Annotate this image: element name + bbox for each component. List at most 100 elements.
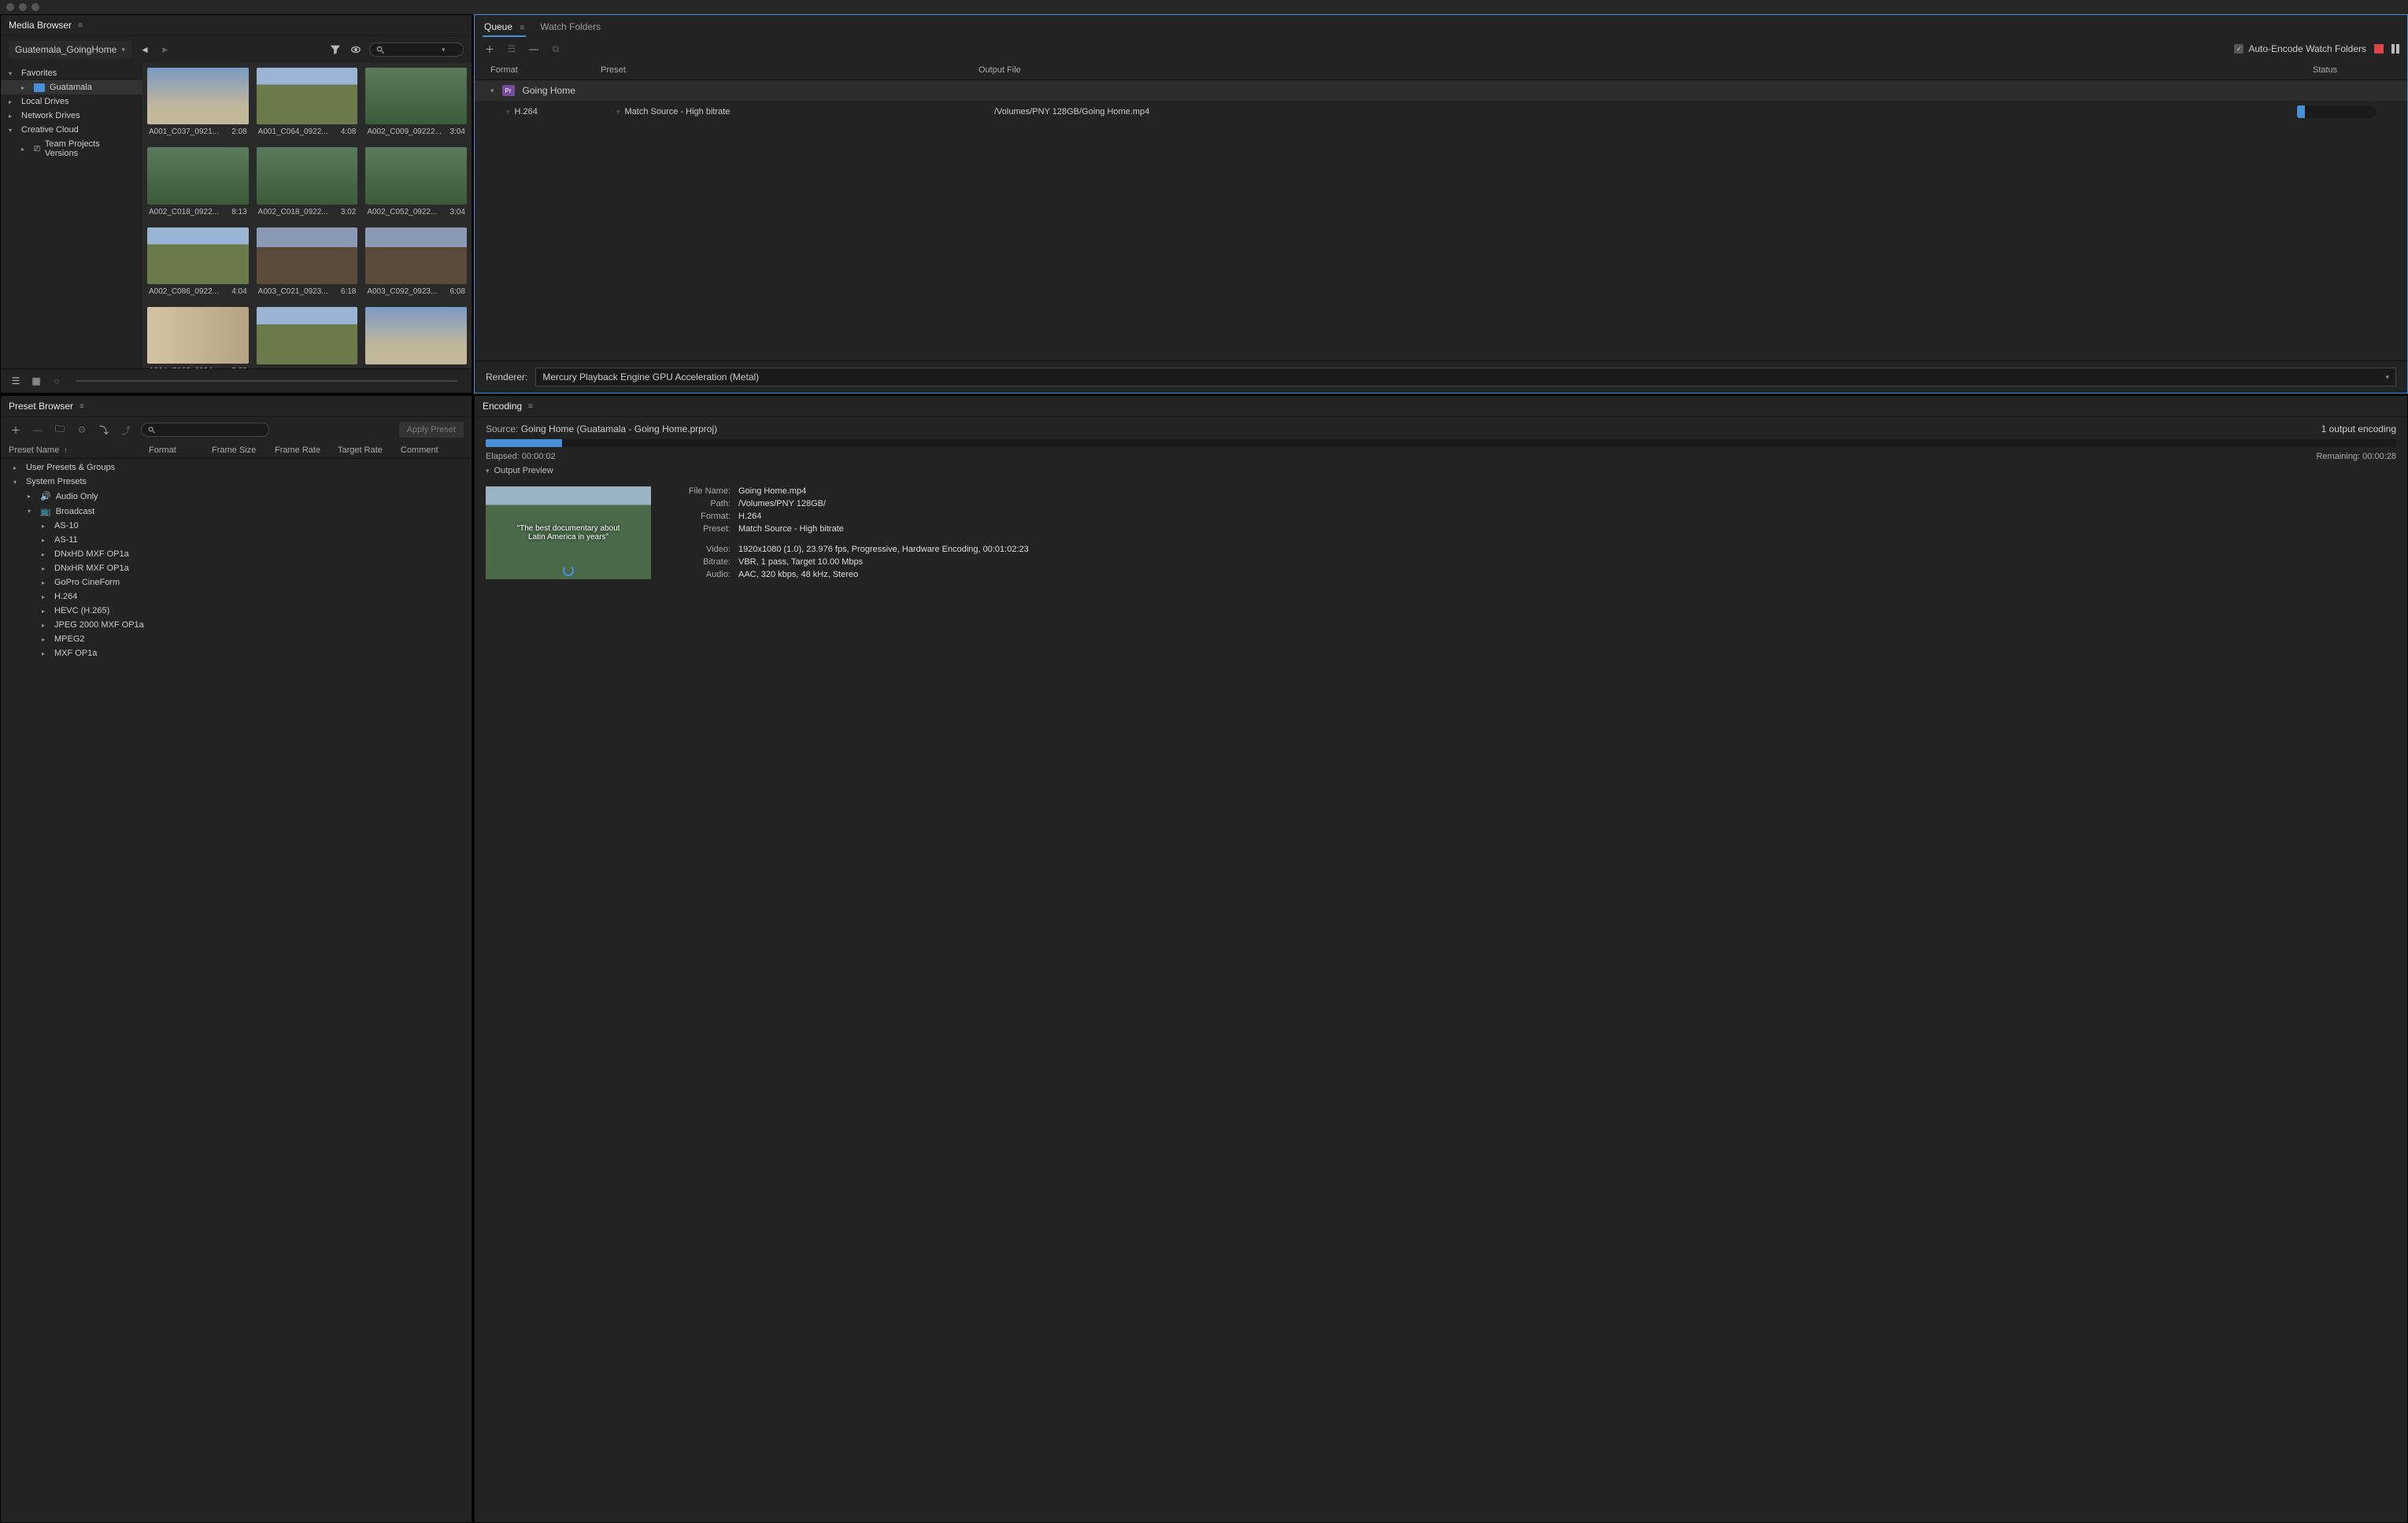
zoom-slider-handle[interactable]: ○ [50,374,64,388]
panel-menu-icon[interactable]: ≡ [528,402,533,411]
minimize-window[interactable] [19,3,27,11]
elapsed-time: Elapsed: 00:00:02 [486,452,556,461]
preset-browser-header: Preset Browser ≡ [1,396,472,417]
list-view-icon[interactable]: ☰ [9,374,23,388]
preset-settings-icon[interactable]: ⚙ [75,423,89,437]
panel-menu-icon[interactable]: ≡ [80,402,84,411]
col-preset-name[interactable]: Preset Name [9,445,59,455]
pause-button[interactable] [2391,44,2399,54]
thumbnail-view-icon[interactable]: ▦ [29,374,43,388]
clip-thumbnail[interactable]: A002_C086_0922...4:04 [147,227,249,299]
encoding-progress-fill [486,439,562,447]
preset-item[interactable]: ▾📺Broadcast [1,504,472,519]
renderer-dropdown[interactable]: Mercury Playback Engine GPU Acceleration… [535,368,2396,386]
preset-group-icon[interactable]: 🗀 [53,423,67,437]
tree-item[interactable]: ▾Creative Cloud [1,123,142,137]
col-frame-size[interactable]: Frame Size [212,445,275,455]
filter-icon[interactable] [328,43,342,57]
clip-thumbnail[interactable]: A001_C064_0922...4:08 [257,68,358,139]
renderer-label: Renderer: [486,372,527,383]
preview-thumbnail: "The best documentary about Latin Americ… [486,486,651,579]
meta-bitrate: VBR, 1 pass, Target 10.00 Mbps [738,557,1029,567]
preset-browser-panel: Preset Browser ≡ ＋ — 🗀 ⚙ ⤵ ⤴ Apply Prese… [0,395,472,1523]
back-icon[interactable]: ◄ [138,43,152,57]
output-count: 1 output encoding [2321,423,2396,434]
clip-thumbnail[interactable]: A004_C002_0924...3:02 [147,307,249,368]
queue-item-row[interactable]: ▾ H.264 ▾ Match Source - High bitrate /V… [475,101,2407,123]
clip-thumbnail[interactable]: A002_C052_0922...3:04 [365,147,467,219]
clip-thumbnail[interactable]: A002_C009_09222...3:04 [365,68,467,139]
clip-thumbnail[interactable]: A003_C021_0923...6:18 [257,227,358,299]
new-preset-icon[interactable]: ＋ [9,423,23,437]
queue-item-preset[interactable]: ▾ Match Source - High bitrate [616,107,805,116]
preset-column-headers: Preset Name ↑ Format Frame Size Frame Ra… [1,442,472,459]
queue-column-headers: Format Preset Output File Status [475,61,2407,80]
forward-icon[interactable]: ► [158,43,172,57]
media-tree: ▾Favorites▸Guatamala▸Local Drives▸Networ… [1,63,142,368]
ingest-icon[interactable] [349,43,363,57]
preset-item[interactable]: ▸DNxHR MXF OP1a [1,561,472,575]
preset-search-input[interactable] [161,425,262,434]
col-target-rate[interactable]: Target Rate [338,445,401,455]
preset-item[interactable]: ▸GoPro CineForm [1,575,472,590]
clip-thumbnail[interactable]: A002_C018_0922...8:13 [147,147,249,219]
apply-preset-button[interactable]: Apply Preset [399,422,464,438]
add-output-icon[interactable]: ☰ [505,42,519,56]
remove-icon[interactable]: — [527,42,541,56]
clip-thumbnail[interactable]: A002_C018_0922...3:02 [257,147,358,219]
search-dropdown-icon[interactable]: ▾ [442,46,446,54]
preset-item[interactable]: ▸AS-10 [1,519,472,533]
close-window[interactable] [6,3,14,11]
stop-button[interactable] [2374,44,2384,54]
tree-item[interactable]: ▸Guatamala [1,80,142,94]
preset-item[interactable]: ▸JPEG 2000 MXF OP1a [1,618,472,632]
media-search-input[interactable] [390,45,437,54]
preset-search[interactable] [141,423,269,437]
chevron-down-icon: ▾ [121,46,125,54]
preset-item[interactable]: ▸DNxHD MXF OP1a [1,547,472,561]
col-frame-rate[interactable]: Frame Rate [275,445,338,455]
preset-item[interactable]: ▸AS-11 [1,533,472,547]
tree-item[interactable]: ▾Favorites [1,66,142,80]
queue-item-output[interactable]: /Volumes/PNY 128GB/Going Home.mp4 [994,107,2297,116]
preset-item[interactable]: ▸H.264 [1,590,472,604]
preset-item[interactable]: ▸🔊Audio Only [1,489,472,504]
zoom-window[interactable] [31,3,39,11]
queue-panel: Queue ≡ Watch Folders ＋ ☰ — ⧉ ✓ Auto-Enc… [474,14,2408,394]
col-format[interactable]: Format [149,445,212,455]
tree-item[interactable]: ▸Local Drives [1,94,142,109]
preset-browser-title: Preset Browser [9,401,73,412]
delete-preset-icon[interactable]: — [31,423,45,437]
tree-item[interactable]: ▸Network Drives [1,109,142,123]
tab-watch-folders[interactable]: Watch Folders [538,18,602,37]
preset-item[interactable]: ▸MXF OP1a [1,646,472,660]
preset-item[interactable]: ▾System Presets [1,475,472,489]
encoding-progress-bar [486,439,2396,447]
export-preset-icon[interactable]: ⤴ [119,423,133,437]
import-preset-icon[interactable]: ⤵ [97,423,111,437]
auto-encode-checkbox[interactable]: ✓ Auto-Encode Watch Folders [2234,43,2366,54]
output-preview-header[interactable]: ▾ Output Preview [486,466,2396,475]
zoom-slider-track[interactable] [76,380,457,382]
clip-thumbnail[interactable]: A003_C092_0923...6:08 [365,227,467,299]
duplicate-icon[interactable]: ⧉ [549,42,563,56]
media-browser-panel: Media Browser ≡ Guatemala_GoingHome ▾ ◄ … [0,14,472,394]
project-dropdown[interactable]: Guatemala_GoingHome ▾ [9,41,131,58]
clip-thumbnail[interactable]: A001_C037_0921...2:08 [147,68,249,139]
media-search[interactable]: ▾ [369,43,464,57]
add-source-icon[interactable]: ＋ [483,42,497,56]
preset-item[interactable]: ▸MPEG2 [1,632,472,646]
tree-item[interactable]: ▸⎚Team Projects Versions [1,137,142,161]
tab-queue[interactable]: Queue ≡ [483,18,526,37]
panel-menu-icon[interactable]: ≡ [520,24,524,32]
queue-group-row[interactable]: ▾ Pr Going Home [475,80,2407,101]
clip-thumbnail[interactable]: A004_C010_0924...2:06 [257,307,358,368]
panel-menu-icon[interactable]: ≡ [78,21,83,30]
col-comment[interactable]: Comment [401,445,464,455]
col-format: Format [490,65,601,75]
clip-thumbnail[interactable]: A005_C029_0925...13:14 [365,307,467,368]
preset-item[interactable]: ▸HEVC (H.265) [1,604,472,618]
preset-item[interactable]: ▸User Presets & Groups [1,460,472,475]
queue-item-format[interactable]: ▾ H.264 [506,107,616,116]
meta-filename: Going Home.mp4 [738,486,1029,496]
